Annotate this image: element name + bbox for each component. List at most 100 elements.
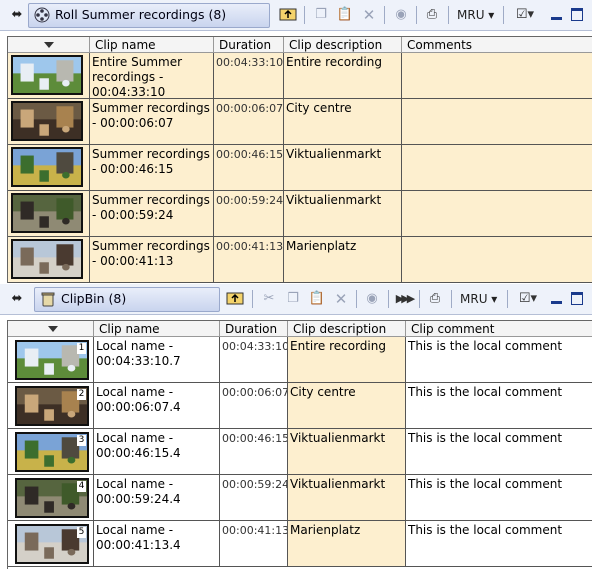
roll-title: Roll Summer recordings (8) (55, 7, 227, 22)
duration-cell: 00:00:59:24 (220, 475, 288, 521)
bin-icon (41, 292, 55, 307)
mru-dropdown[interactable]: MRU ▾ (460, 289, 497, 309)
clip-number-badge: 1 (77, 343, 86, 354)
clip-comment-cell[interactable]: This is the local comment (406, 475, 592, 521)
clip-thumbnail[interactable]: 2 (8, 383, 94, 429)
col-header-clip-description[interactable]: Clip description (288, 321, 406, 337)
col-header-clip-name[interactable]: Clip name (94, 321, 220, 337)
col-header-comments[interactable]: Comments (402, 37, 592, 53)
clip-name-cell[interactable]: Local name - 00:00:06:07.4 (94, 383, 220, 429)
clip-description-cell[interactable]: Marienplatz (288, 521, 406, 567)
clip-description-cell[interactable]: Viktualienmarkt (284, 191, 402, 237)
duration-cell: 00:00:06:07 (220, 383, 288, 429)
paste-icon[interactable]: 📋 (307, 289, 327, 309)
clip-name-cell[interactable]: Summer recordings - 00:00:06:07 (90, 99, 214, 145)
clip-number-badge: 2 (77, 389, 86, 400)
pin-icon[interactable]: ⬌ (6, 6, 28, 24)
copy-icon[interactable]: ❐ (283, 289, 303, 309)
clip-description-cell[interactable]: Viktualienmarkt (288, 475, 406, 521)
col-header-clip-comment[interactable]: Clip comment (406, 321, 592, 337)
clip-number-badge: 5 (77, 527, 86, 538)
scissors-icon[interactable]: ✂ (259, 289, 279, 309)
clip-thumbnail[interactable] (8, 145, 90, 191)
clip-thumbnail[interactable] (8, 99, 90, 145)
properties-icon[interactable]: ☑▾ (510, 5, 540, 25)
clip-thumbnail[interactable]: 4 (8, 475, 94, 521)
thumbnail-image (11, 193, 83, 233)
clip-comment-cell[interactable]: This is the local comment (406, 521, 592, 567)
clip-name-cell[interactable]: Summer recordings - 00:00:41:13 (90, 237, 214, 283)
col-header-duration[interactable]: Duration (220, 321, 288, 337)
clip-description-cell[interactable]: City centre (288, 383, 406, 429)
clip-description-cell[interactable]: Viktualienmarkt (284, 145, 402, 191)
comments-cell[interactable] (402, 237, 592, 283)
clipbin-title-box: ClipBin (8) (34, 287, 220, 312)
col-header-thumb[interactable] (8, 321, 94, 337)
properties-icon[interactable]: ☑▾ (513, 289, 543, 309)
clip-name-cell[interactable]: Summer recordings - 00:00:59:24 (90, 191, 214, 237)
duration-cell: 00:04:33:10 (220, 337, 288, 383)
clip-thumbnail[interactable]: 5 (8, 521, 94, 567)
clipbin-grid: Clip name Duration Clip description Clip… (7, 320, 592, 569)
clip-name-cell[interactable]: Local name - 00:00:46:15.4 (94, 429, 220, 475)
comments-cell[interactable] (402, 53, 592, 99)
thumbnail-image (11, 55, 83, 95)
clip-name-cell[interactable]: Entire Summer recordings - 00:04:33:10 (90, 53, 214, 99)
col-header-duration[interactable]: Duration (214, 37, 284, 53)
duration-cell: 00:00:46:15 (220, 429, 288, 475)
comments-cell[interactable] (402, 191, 592, 237)
thumbnail-image (11, 147, 83, 187)
play-forward-icon[interactable]: ▶▶▶ (393, 289, 415, 309)
clip-thumbnail[interactable]: 3 (8, 429, 94, 475)
clip-name-cell[interactable]: Local name - 00:00:59:24.4 (94, 475, 220, 521)
copy-icon[interactable]: ❐ (311, 5, 331, 25)
col-header-clip-name[interactable]: Clip name (90, 37, 214, 53)
clip-thumbnail[interactable] (8, 53, 90, 99)
clip-comment-cell[interactable]: This is the local comment (406, 383, 592, 429)
preview-eye-icon[interactable]: ◉ (362, 289, 382, 309)
clip-name-cell[interactable]: Local name - 00:04:33:10.7 (94, 337, 220, 383)
minimize-icon[interactable] (549, 289, 565, 309)
clip-description-cell[interactable]: City centre (284, 99, 402, 145)
roll-title-box: Roll Summer recordings (8) (28, 3, 270, 28)
clip-thumbnail[interactable]: 1 (8, 337, 94, 383)
printer-icon[interactable]: ⎙ (425, 289, 445, 309)
pin-icon[interactable]: ⬌ (6, 290, 28, 308)
printer-icon[interactable]: ⎙ (422, 5, 442, 25)
clipbin-toolbar: ⬌ ClipBin (8) ✂ ❐ 📋 ✕ ◉ ▶▶▶ ⎙ MRU ▾ ☑▾ (0, 284, 592, 315)
duration-cell: 00:00:41:13 (220, 521, 288, 567)
thumbnail-image (11, 239, 83, 279)
sort-arrow-icon (48, 326, 58, 332)
thumbnail-image: 1 (15, 340, 89, 380)
clip-thumbnail[interactable] (8, 191, 90, 237)
clip-description-cell[interactable]: Entire recording (288, 337, 406, 383)
thumbnail-image: 5 (15, 524, 89, 564)
clip-description-cell[interactable]: Marienplatz (284, 237, 402, 283)
preview-eye-icon[interactable]: ◉ (391, 5, 411, 25)
paste-icon[interactable]: 📋 (335, 5, 355, 25)
clip-name-cell[interactable]: Summer recordings - 00:00:46:15 (90, 145, 214, 191)
delete-x-icon[interactable]: ✕ (331, 289, 351, 309)
roll-grid: Clip name Duration Clip description Comm… (7, 36, 592, 283)
comments-cell[interactable] (402, 99, 592, 145)
clip-name-cell[interactable]: Local name - 00:00:41:13.4 (94, 521, 220, 567)
clip-thumbnail[interactable] (8, 237, 90, 283)
mru-dropdown[interactable]: MRU ▾ (457, 5, 494, 25)
up-folder-icon[interactable] (225, 289, 245, 309)
maximize-icon[interactable] (570, 5, 586, 25)
clip-description-cell[interactable]: Viktualienmarkt (288, 429, 406, 475)
clip-comment-cell[interactable]: This is the local comment (406, 429, 592, 475)
comments-cell[interactable] (402, 145, 592, 191)
up-folder-icon[interactable] (278, 5, 298, 25)
maximize-icon[interactable] (570, 289, 586, 309)
clip-description-cell[interactable]: Entire recording (284, 53, 402, 99)
duration-cell: 00:04:33:10 (214, 53, 284, 99)
roll-toolbar: ⬌ Roll Summer recordings (8) ❐ 📋 ✕ ◉ ⎙ M… (0, 0, 592, 31)
delete-x-icon[interactable]: ✕ (359, 5, 379, 25)
film-reel-icon (34, 7, 50, 23)
col-header-thumb[interactable] (8, 37, 90, 53)
col-header-clip-description[interactable]: Clip description (284, 37, 402, 53)
clip-comment-cell[interactable]: This is the local comment (406, 337, 592, 383)
duration-cell: 00:00:46:15 (214, 145, 284, 191)
minimize-icon[interactable] (549, 5, 565, 25)
